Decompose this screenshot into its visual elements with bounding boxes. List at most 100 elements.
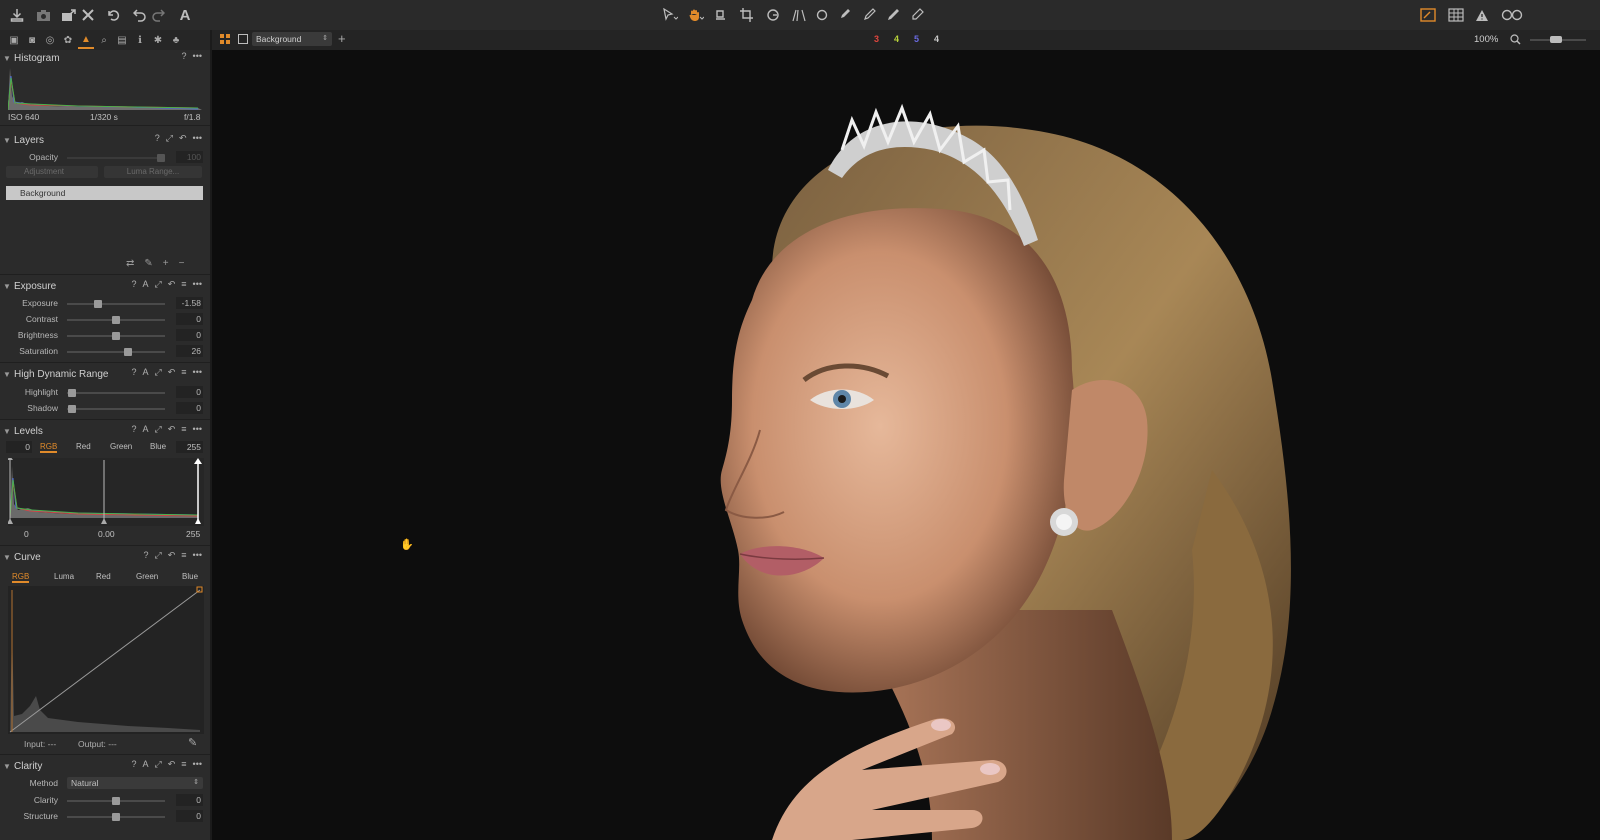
auto-icon[interactable]: A [143,424,149,435]
levels-low-input[interactable]: 0 [6,441,32,453]
levels-bottom-mid[interactable]: 0.00 [98,529,115,539]
warning-icon[interactable] [1472,5,1492,25]
levels-panel-header[interactable]: ▼ Levels ? A ⤢ ↶ ≡ ••• [0,423,210,439]
levels-tab-blue[interactable]: Blue [150,442,166,451]
shadow-slider[interactable] [67,405,165,413]
saturation-slider[interactable] [67,348,165,356]
adjustment-select[interactable]: Adjustment [6,166,98,178]
remove-layer-icon[interactable]: − [179,258,185,269]
more-icon[interactable]: ••• [193,279,202,290]
lens-tab-icon[interactable]: ◎ [42,32,58,48]
library-tab-icon[interactable]: ▣ [6,32,22,48]
import-icon[interactable] [8,5,26,25]
eraser-icon[interactable] [908,5,928,25]
exposure-slider[interactable] [67,300,165,308]
brightness-slider[interactable] [67,332,165,340]
redo-icon[interactable] [150,5,166,25]
draw-mask-icon[interactable] [860,5,880,25]
rating-blue[interactable]: 5 [914,34,919,44]
reset-icon[interactable]: ↶ [179,133,187,144]
levels-tab-rgb[interactable]: RGB [40,442,58,453]
slider-value[interactable]: 0 [176,313,203,325]
opacity-slider[interactable] [67,154,165,162]
grid-view-icon[interactable] [1446,5,1466,25]
rotate-icon[interactable] [764,5,784,25]
more-icon[interactable]: ••• [193,759,202,770]
curve-tab-rgb[interactable]: RGB [12,572,30,583]
help-icon[interactable]: ? [144,550,149,561]
slider-thumb[interactable] [157,154,165,162]
delete-icon[interactable] [80,5,96,25]
presets-icon[interactable]: ≡ [181,279,186,290]
slider-value[interactable]: 26 [176,345,203,357]
zoom-level[interactable]: 100% [1474,34,1498,45]
layer-select[interactable]: Background ⇕ [252,32,332,46]
zoom-slider-thumb[interactable] [1550,36,1562,43]
slider-thumb[interactable] [68,405,76,413]
help-icon[interactable]: ? [132,759,137,770]
swap-layer-icon[interactable]: ⇄ [126,258,134,269]
auto-icon[interactable]: ⤢ [166,133,173,144]
rating-green[interactable]: 4 [894,34,899,44]
viewer-mode-icon[interactable] [1418,5,1438,25]
pan-hand-icon[interactable] [686,5,706,25]
reset-icon[interactable]: ↶ [168,759,176,770]
presets-icon[interactable]: ≡ [181,424,186,435]
help-icon[interactable]: ? [132,367,137,378]
straighten-icon[interactable] [712,5,732,25]
slider-thumb[interactable] [112,316,120,324]
add-layer-icon[interactable]: + [338,31,346,46]
levels-tab-red[interactable]: Red [76,442,91,451]
reset-icon[interactable] [104,5,122,25]
rating-white[interactable]: 4 [934,34,939,44]
histogram-panel-header[interactable]: ▼ Histogram ? ••• [0,50,210,66]
zoom-icon[interactable] [1510,34,1521,48]
layers-panel-header[interactable]: ▼ Layers ? ⤢ ↶ ••• [0,132,210,148]
help-icon[interactable]: ? [182,51,187,61]
multi-view-icon[interactable] [220,34,230,44]
auto-icon[interactable]: A [143,367,149,378]
levels-bottom-low[interactable]: 0 [24,529,29,539]
luma-range-button[interactable]: Luma Range... [104,166,202,178]
reset-icon[interactable]: ↶ [168,424,176,435]
copy-icon[interactable]: ⤢ [155,367,162,378]
help-icon[interactable]: ? [132,279,137,290]
adjustments-tab-icon[interactable]: ▤ [114,32,130,48]
single-view-icon[interactable] [238,34,248,44]
clarity-panel-header[interactable]: ▼ Clarity ? A ⤢ ↶ ≡ ••• [0,758,210,774]
slider-thumb[interactable] [112,813,120,821]
color-tab-icon[interactable]: ✿ [60,32,76,48]
structure-slider[interactable] [67,813,165,821]
exposure-tab-icon[interactable]: ▲ [78,31,94,49]
slider-value[interactable]: 0 [176,329,203,341]
exposure-panel-header[interactable]: ▼ Exposure ? A ⤢ ↶ ≡ ••• [0,278,210,294]
more-icon[interactable]: ••• [193,424,202,435]
image-viewer[interactable]: ✋ [212,50,1600,840]
more-icon[interactable]: ••• [193,550,202,561]
keystone-icon[interactable] [790,5,810,25]
slider-thumb[interactable] [124,348,132,356]
batch-tab-icon[interactable]: ♣ [168,32,184,48]
detail-tab-icon[interactable]: ⌕ [96,32,112,48]
highlight-slider[interactable] [67,389,165,397]
presets-icon[interactable]: ≡ [181,759,186,770]
auto-icon[interactable]: A [143,759,149,770]
curve-graph[interactable] [8,586,204,734]
slider-thumb[interactable] [94,300,102,308]
hdr-panel-header[interactable]: ▼ High Dynamic Range ? A ⤢ ↶ ≡ ••• [0,366,210,382]
levels-high-input[interactable]: 255 [176,441,203,453]
spot-removal-icon[interactable] [814,5,830,25]
picker-icon[interactable] [884,5,904,25]
levels-tab-green[interactable]: Green [110,442,132,451]
metadata-tab-icon[interactable]: ℹ [132,32,148,48]
slider-thumb[interactable] [112,332,120,340]
text-annotation-icon[interactable]: A [176,5,194,25]
slider-value[interactable]: 0 [176,402,203,414]
more-icon[interactable]: ••• [193,133,202,144]
rating-red[interactable]: 3 [874,34,879,44]
zoom-slider[interactable] [1530,36,1586,43]
help-icon[interactable]: ? [132,424,137,435]
slider-value[interactable]: 0 [176,386,203,398]
copy-icon[interactable]: ⤢ [155,279,162,290]
contrast-slider[interactable] [67,316,165,324]
